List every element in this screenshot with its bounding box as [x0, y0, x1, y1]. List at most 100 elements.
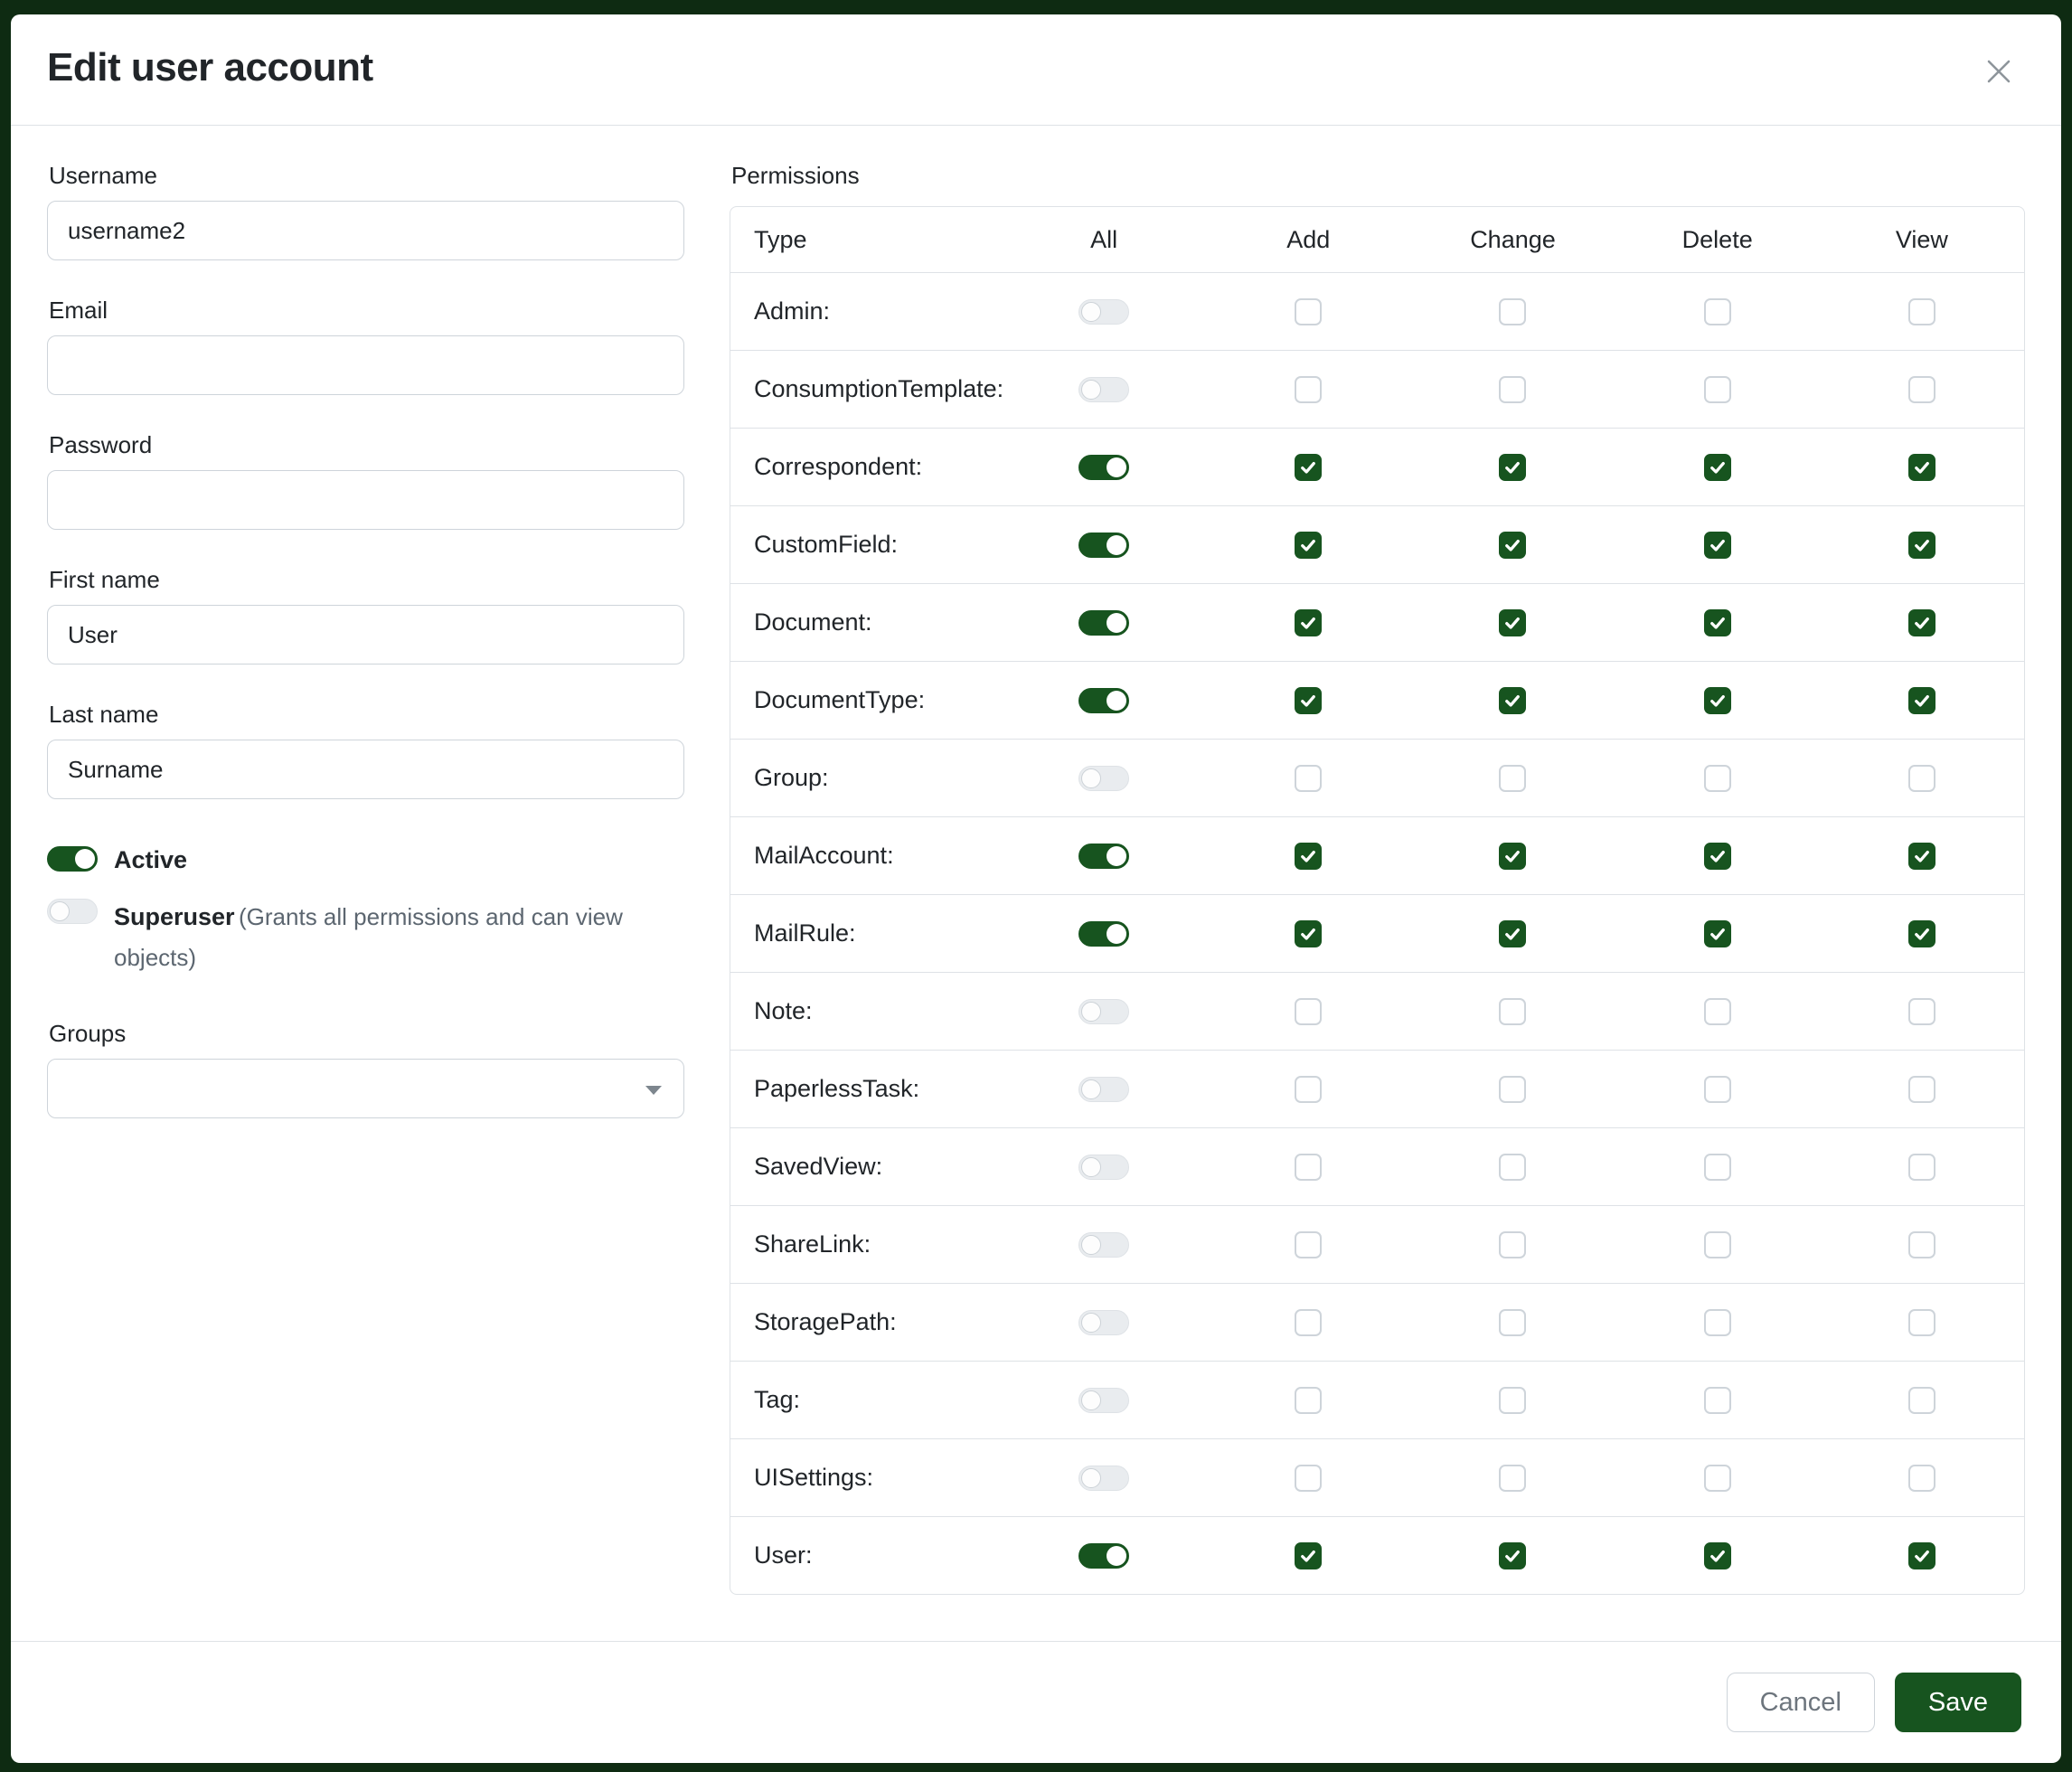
add-checkbox[interactable]	[1295, 687, 1322, 714]
add-checkbox[interactable]	[1295, 765, 1322, 792]
delete-checkbox[interactable]	[1704, 376, 1731, 403]
add-checkbox[interactable]	[1295, 454, 1322, 481]
all-toggle[interactable]	[1078, 1077, 1129, 1102]
all-toggle[interactable]	[1078, 377, 1129, 402]
last-name-input[interactable]	[47, 740, 684, 799]
add-checkbox[interactable]	[1295, 843, 1322, 870]
view-checkbox[interactable]	[1908, 1542, 1935, 1569]
all-toggle[interactable]	[1078, 766, 1129, 791]
view-checkbox[interactable]	[1908, 687, 1935, 714]
toggle-knob	[50, 901, 70, 921]
change-checkbox[interactable]	[1499, 1309, 1526, 1336]
change-checkbox[interactable]	[1499, 454, 1526, 481]
delete-checkbox[interactable]	[1704, 920, 1731, 947]
add-checkbox[interactable]	[1295, 298, 1322, 325]
view-checkbox[interactable]	[1908, 998, 1935, 1025]
delete-checkbox[interactable]	[1704, 1231, 1731, 1258]
add-checkbox[interactable]	[1295, 1542, 1322, 1569]
modal-footer: Cancel Save	[11, 1641, 2061, 1763]
add-checkbox[interactable]	[1295, 609, 1322, 636]
add-checkbox[interactable]	[1295, 376, 1322, 403]
view-checkbox[interactable]	[1908, 1231, 1935, 1258]
view-checkbox[interactable]	[1908, 298, 1935, 325]
change-checkbox[interactable]	[1499, 765, 1526, 792]
all-toggle[interactable]	[1078, 1466, 1129, 1491]
change-checkbox[interactable]	[1499, 1387, 1526, 1414]
add-checkbox[interactable]	[1295, 1231, 1322, 1258]
change-checkbox[interactable]	[1499, 1542, 1526, 1569]
view-checkbox[interactable]	[1908, 920, 1935, 947]
cancel-button[interactable]: Cancel	[1727, 1673, 1875, 1732]
change-checkbox[interactable]	[1499, 532, 1526, 559]
add-checkbox[interactable]	[1295, 1387, 1322, 1414]
active-toggle[interactable]	[47, 846, 98, 872]
view-checkbox[interactable]	[1908, 376, 1935, 403]
delete-checkbox[interactable]	[1704, 1465, 1731, 1492]
groups-select[interactable]	[47, 1059, 684, 1118]
view-checkbox[interactable]	[1908, 1154, 1935, 1181]
all-toggle[interactable]	[1078, 999, 1129, 1024]
add-checkbox[interactable]	[1295, 1076, 1322, 1103]
first-name-input[interactable]	[47, 605, 684, 664]
delete-checkbox[interactable]	[1704, 532, 1731, 559]
delete-checkbox[interactable]	[1704, 609, 1731, 636]
delete-checkbox[interactable]	[1704, 1076, 1731, 1103]
view-checkbox[interactable]	[1908, 1387, 1935, 1414]
change-checkbox[interactable]	[1499, 376, 1526, 403]
view-checkbox[interactable]	[1908, 765, 1935, 792]
all-toggle[interactable]	[1078, 610, 1129, 636]
close-button[interactable]	[1976, 49, 2021, 94]
all-toggle[interactable]	[1078, 1232, 1129, 1258]
delete-checkbox[interactable]	[1704, 687, 1731, 714]
change-checkbox[interactable]	[1499, 1231, 1526, 1258]
all-toggle[interactable]	[1078, 688, 1129, 713]
change-checkbox[interactable]	[1499, 998, 1526, 1025]
delete-checkbox[interactable]	[1704, 998, 1731, 1025]
all-toggle[interactable]	[1078, 1155, 1129, 1180]
view-checkbox[interactable]	[1908, 1076, 1935, 1103]
add-checkbox[interactable]	[1295, 1465, 1322, 1492]
check-icon	[1299, 847, 1317, 865]
username-input[interactable]	[47, 201, 684, 260]
view-checkbox[interactable]	[1908, 532, 1935, 559]
all-toggle[interactable]	[1078, 844, 1129, 869]
all-toggle[interactable]	[1078, 921, 1129, 947]
view-checkbox[interactable]	[1908, 1309, 1935, 1336]
delete-checkbox[interactable]	[1704, 298, 1731, 325]
delete-checkbox[interactable]	[1704, 454, 1731, 481]
change-checkbox[interactable]	[1499, 920, 1526, 947]
all-toggle[interactable]	[1078, 299, 1129, 325]
delete-checkbox[interactable]	[1704, 1154, 1731, 1181]
change-checkbox[interactable]	[1499, 1154, 1526, 1181]
change-checkbox[interactable]	[1499, 298, 1526, 325]
view-checkbox[interactable]	[1908, 609, 1935, 636]
change-checkbox[interactable]	[1499, 687, 1526, 714]
view-checkbox[interactable]	[1908, 843, 1935, 870]
all-toggle[interactable]	[1078, 533, 1129, 558]
all-toggle[interactable]	[1078, 455, 1129, 480]
view-checkbox[interactable]	[1908, 454, 1935, 481]
delete-checkbox[interactable]	[1704, 843, 1731, 870]
email-input[interactable]	[47, 335, 684, 395]
add-checkbox[interactable]	[1295, 1154, 1322, 1181]
add-checkbox[interactable]	[1295, 920, 1322, 947]
change-checkbox[interactable]	[1499, 609, 1526, 636]
view-checkbox[interactable]	[1908, 1465, 1935, 1492]
first-name-label: First name	[49, 566, 684, 594]
change-checkbox[interactable]	[1499, 843, 1526, 870]
save-button[interactable]: Save	[1895, 1673, 2021, 1732]
password-input[interactable]	[47, 470, 684, 530]
change-checkbox[interactable]	[1499, 1465, 1526, 1492]
delete-checkbox[interactable]	[1704, 1542, 1731, 1569]
add-checkbox[interactable]	[1295, 532, 1322, 559]
delete-checkbox[interactable]	[1704, 765, 1731, 792]
change-checkbox[interactable]	[1499, 1076, 1526, 1103]
superuser-toggle[interactable]	[47, 899, 98, 924]
delete-checkbox[interactable]	[1704, 1309, 1731, 1336]
all-toggle[interactable]	[1078, 1388, 1129, 1413]
all-toggle[interactable]	[1078, 1543, 1129, 1569]
add-checkbox[interactable]	[1295, 998, 1322, 1025]
all-toggle[interactable]	[1078, 1310, 1129, 1335]
delete-checkbox[interactable]	[1704, 1387, 1731, 1414]
add-checkbox[interactable]	[1295, 1309, 1322, 1336]
